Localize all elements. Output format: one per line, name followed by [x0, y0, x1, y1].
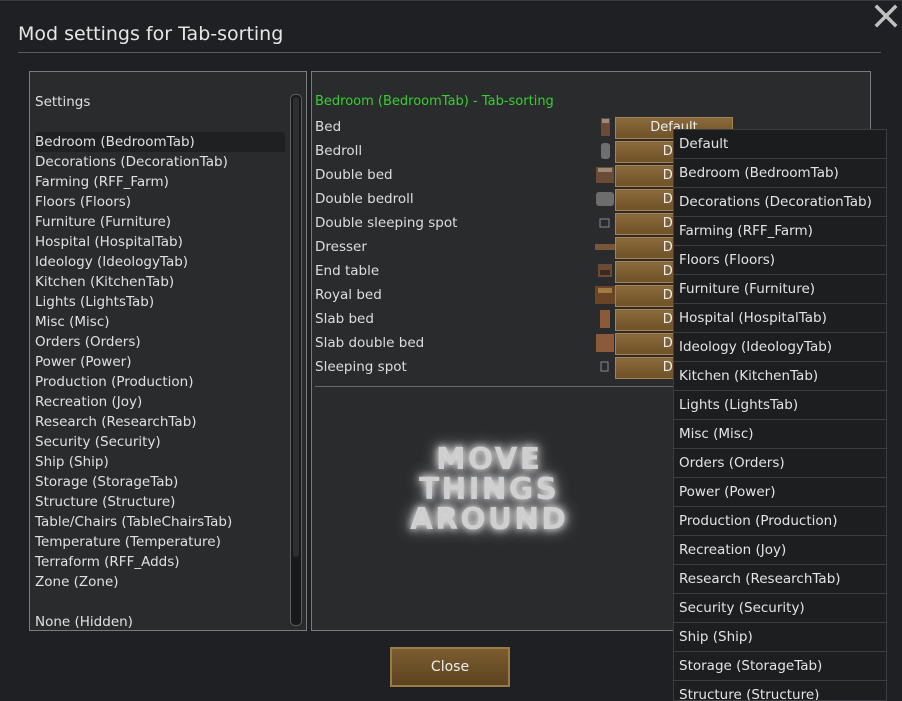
- list-item[interactable]: Lights (LightsTab): [35, 292, 154, 312]
- dropdown-option[interactable]: Furniture (Furniture): [674, 275, 886, 304]
- category-heading: Bedroom (BedroomTab) - Tab-sorting: [315, 94, 554, 109]
- dropdown-option[interactable]: Power (Power): [674, 478, 886, 507]
- close-button[interactable]: Close: [390, 647, 510, 687]
- row-label-bedroll: Bedroll: [315, 143, 363, 159]
- mod-logo: MOVE THINGS AROUND: [364, 445, 614, 535]
- list-item[interactable]: Farming (RFF_Farm): [35, 172, 169, 192]
- list-item[interactable]: Decorations (DecorationTab): [35, 152, 228, 172]
- title-divider: [18, 52, 881, 53]
- dropdown-option[interactable]: Recreation (Joy): [674, 536, 886, 565]
- row-label-slab-double-bed: Slab double bed: [315, 335, 425, 351]
- list-item[interactable]: Recreation (Joy): [35, 392, 142, 412]
- panel-divider: [315, 386, 675, 387]
- scrollbar-thumb[interactable]: [293, 97, 299, 557]
- end-table-icon: [598, 264, 612, 277]
- window-title: Mod settings for Tab-sorting: [18, 23, 284, 45]
- tab-select-dropdown[interactable]: Default Bedroom (BedroomTab) Decorations…: [673, 129, 887, 701]
- dropdown-option[interactable]: Structure (Structure): [674, 681, 886, 700]
- slab-bed-icon: [600, 310, 610, 328]
- dropdown-option[interactable]: Farming (RFF_Farm): [674, 217, 886, 246]
- list-item[interactable]: Furniture (Furniture): [35, 212, 171, 232]
- row-label-dresser: Dresser: [315, 239, 367, 255]
- settings-header: Settings: [35, 94, 91, 110]
- dropdown-option-default[interactable]: Default: [674, 130, 886, 159]
- list-item[interactable]: Storage (StorageTab): [35, 472, 178, 492]
- list-item[interactable]: Misc (Misc): [35, 312, 110, 332]
- logo-line-1: MOVE THINGS: [418, 442, 560, 507]
- slab-double-bed-icon: [596, 334, 614, 352]
- dropdown-option[interactable]: Hospital (HospitalTab): [674, 304, 886, 333]
- dropdown-option[interactable]: Bedroom (BedroomTab): [674, 159, 886, 188]
- row-label-bed: Bed: [315, 119, 342, 135]
- list-item[interactable]: Hospital (HospitalTab): [35, 232, 183, 252]
- list-item[interactable]: Temperature (Temperature): [35, 532, 221, 552]
- list-item-none-hidden[interactable]: None (Hidden): [35, 612, 133, 632]
- list-item[interactable]: Table/Chairs (TableChairsTab): [35, 512, 232, 532]
- list-item[interactable]: Ship (Ship): [35, 452, 109, 472]
- dropdown-option[interactable]: Storage (StorageTab): [674, 652, 886, 681]
- mod-settings-window: Mod settings for Tab-sorting Settings Be…: [0, 0, 902, 701]
- list-item[interactable]: Zone (Zone): [35, 572, 119, 592]
- list-item[interactable]: Orders (Orders): [35, 332, 141, 352]
- row-label-double-bed: Double bed: [315, 167, 393, 183]
- list-item[interactable]: Security (Security): [35, 432, 161, 452]
- list-item[interactable]: Power (Power): [35, 352, 131, 372]
- row-label-slab-bed: Slab bed: [315, 311, 374, 327]
- scrollbar[interactable]: [290, 94, 302, 626]
- dropdown-option[interactable]: Orders (Orders): [674, 449, 886, 478]
- logo-line-2: AROUND: [409, 502, 569, 537]
- bedroll-icon: [601, 143, 610, 159]
- dropdown-option[interactable]: Floors (Floors): [674, 246, 886, 275]
- dropdown-option[interactable]: Security (Security): [674, 594, 886, 623]
- list-item[interactable]: Structure (Structure): [35, 492, 175, 512]
- list-item[interactable]: Floors (Floors): [35, 192, 131, 212]
- list-item-bedroom[interactable]: Bedroom (BedroomTab): [35, 132, 285, 152]
- row-label-double-bedroll: Double bedroll: [315, 191, 414, 207]
- dropdown-option[interactable]: Kitchen (KitchenTab): [674, 362, 886, 391]
- list-item[interactable]: Ideology (IdeologyTab): [35, 252, 188, 272]
- dropdown-option[interactable]: Ideology (IdeologyTab): [674, 333, 886, 362]
- dropdown-option[interactable]: Research (ResearchTab): [674, 565, 886, 594]
- royal-bed-icon: [595, 286, 615, 304]
- dropdown-option[interactable]: Production (Production): [674, 507, 886, 536]
- list-item[interactable]: Research (ResearchTab): [35, 412, 197, 432]
- dropdown-option[interactable]: Decorations (DecorationTab): [674, 188, 886, 217]
- dropdown-option[interactable]: Ship (Ship): [674, 623, 886, 652]
- sleeping-spot-icon: [600, 361, 609, 372]
- row-label-double-sleeping-spot: Double sleeping spot: [315, 215, 458, 231]
- row-label-sleeping-spot: Sleeping spot: [315, 359, 407, 375]
- sleeping-spot-icon: [599, 218, 610, 228]
- dropdown-option[interactable]: Misc (Misc): [674, 420, 886, 449]
- settings-category-list: Settings Bedroom (BedroomTab) Decoration…: [29, 71, 307, 631]
- dropdown-option[interactable]: Lights (LightsTab): [674, 391, 886, 420]
- row-label-royal-bed: Royal bed: [315, 287, 382, 303]
- list-item[interactable]: Terraform (RFF_Adds): [35, 552, 180, 572]
- dresser-icon: [595, 244, 615, 250]
- bed-icon: [601, 118, 610, 136]
- list-item[interactable]: Kitchen (KitchenTab): [35, 272, 174, 292]
- close-icon[interactable]: [874, 4, 898, 28]
- row-label-end-table: End table: [315, 263, 380, 279]
- list-item[interactable]: Production (Production): [35, 372, 193, 392]
- double-bed-icon: [596, 167, 614, 183]
- double-bedroll-icon: [596, 192, 614, 206]
